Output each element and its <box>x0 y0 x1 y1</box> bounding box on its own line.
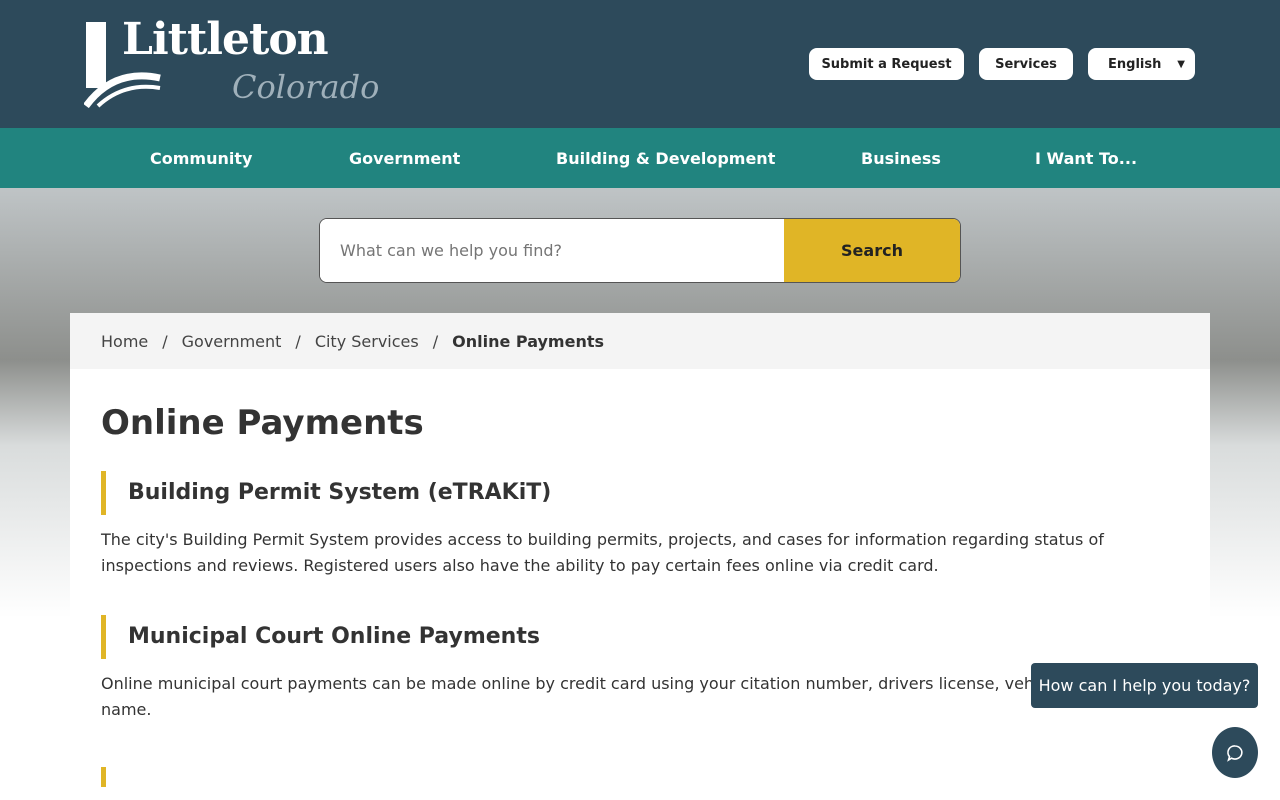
chat-prompt[interactable]: How can I help you today? <box>1031 663 1258 708</box>
nav-community[interactable]: Community <box>150 149 252 168</box>
submit-request-button[interactable]: Submit a Request <box>809 48 964 80</box>
language-value: English <box>1108 56 1162 72</box>
site-header: Littleton Colorado Submit a Request Serv… <box>0 0 1280 128</box>
chat-bubble-icon <box>1227 744 1243 762</box>
breadcrumb-current: Online Payments <box>452 331 605 351</box>
search-button[interactable]: Search <box>784 219 960 282</box>
breadcrumb-government[interactable]: Government <box>182 332 282 351</box>
search-input[interactable] <box>320 219 784 282</box>
chat-button[interactable] <box>1212 727 1258 778</box>
breadcrumb: Home / Government / City Services / Online … <box>70 313 1210 369</box>
city-logo[interactable]: Littleton Colorado <box>84 14 379 113</box>
services-button[interactable]: Services <box>979 48 1073 80</box>
logo-title: Littleton <box>122 14 329 65</box>
breadcrumb-city-services[interactable]: City Services <box>315 332 419 351</box>
page-title: Online Payments <box>101 403 424 443</box>
section-text: The city's Building Permit System provid… <box>101 530 1104 575</box>
nav-government[interactable]: Government <box>349 149 460 168</box>
nav-business[interactable]: Business <box>861 149 941 168</box>
section-accent <box>101 767 106 787</box>
site-search: Search <box>319 218 961 283</box>
separator: / <box>295 331 301 351</box>
separator: / <box>162 331 168 351</box>
section-heading: Municipal Court Online Payments <box>101 615 1210 659</box>
section-heading: Building Permit System (eTRAKiT) <box>101 471 1210 515</box>
section-text: Online municipal court payments can be m… <box>101 674 1186 719</box>
separator: / <box>432 331 439 351</box>
main-nav: Community Government Building & Developm… <box>0 128 1280 188</box>
main-content: Online Payments Building Permit System (… <box>70 369 1210 800</box>
logo-waves-icon <box>84 72 161 108</box>
breadcrumb-home[interactable]: Home <box>101 332 148 351</box>
chevron-down-icon: ▼ <box>1177 58 1185 70</box>
logo-subtitle: Colorado <box>232 68 380 106</box>
nav-building-development[interactable]: Building & Development <box>556 149 775 168</box>
nav-i-want-to[interactable]: I Want To... <box>1035 149 1137 168</box>
language-select[interactable]: English ▼ <box>1088 48 1195 80</box>
